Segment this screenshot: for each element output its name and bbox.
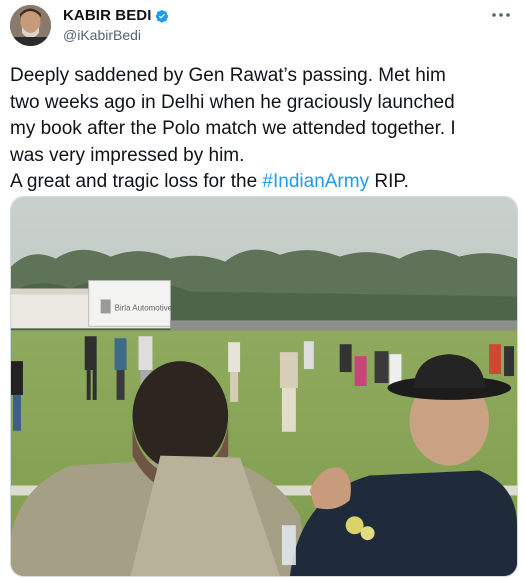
tweet-photo[interactable]: Birla Automotive <box>10 196 518 577</box>
author-avatar[interactable] <box>10 5 51 46</box>
tweet-card[interactable]: KABIR BEDI @iKabirBedi Deeply saddened b… <box>0 0 525 579</box>
tweet-line-1: Deeply saddened by Gen Rawat’s passing. … <box>10 65 446 86</box>
tweet-line-4: was very impressed by him. <box>10 144 245 166</box>
more-options-icon[interactable] <box>489 6 513 24</box>
polo-match-photo: Birla Automotive <box>11 197 517 576</box>
tweet-text: Deeply saddened by Gen Rawat’s passing. … <box>10 63 515 196</box>
author-display-name[interactable]: KABIR BEDI <box>63 7 152 24</box>
tweet-line-5-prefix: A great and tragic loss for the <box>10 171 263 192</box>
avatar-image <box>10 5 51 46</box>
sign-text: Birla Automotive <box>115 303 173 312</box>
hashtag-link[interactable]: #IndianArmy <box>262 171 369 192</box>
tweet-line-2: two weeks ago in Delhi when he graciousl… <box>10 91 455 113</box>
tweet-line-3: my book after the Polo match we attended… <box>10 118 456 139</box>
author-handle[interactable]: @iKabirBedi <box>63 27 141 43</box>
verified-badge-icon <box>155 9 168 22</box>
tweet-line-5-suffix: RIP. <box>369 171 409 192</box>
